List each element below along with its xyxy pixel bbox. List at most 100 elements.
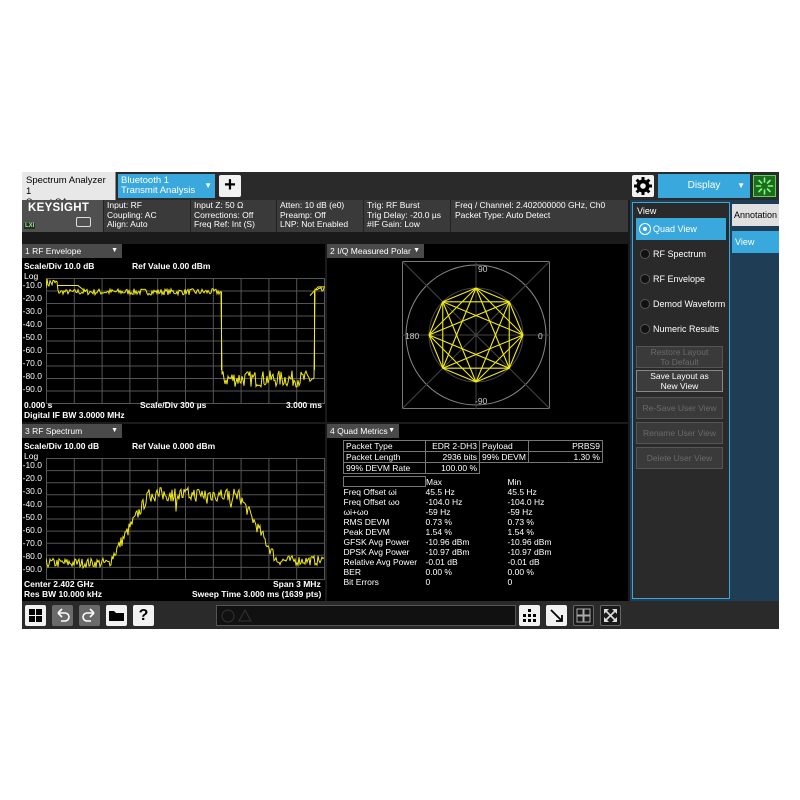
metric-max: -104.0 Hz: [425, 497, 463, 507]
scale-per-div: Scale/Div 10.00 dB: [24, 441, 100, 451]
rf-spectrum-panel[interactable]: 3 RF Spectrum ▼ Scale/Div 10.00 dB Ref V…: [22, 424, 325, 601]
x-end: 3.000 ms: [286, 400, 322, 410]
rf-envelope-panel[interactable]: 1 RF Envelope ▼ Scale/Div 10.0 dB Ref Va…: [22, 244, 325, 422]
metric-min: -10.97 dBm: [507, 547, 552, 557]
menu-selector-label: Display: [687, 180, 721, 191]
view-option-numeric-results[interactable]: Numeric Results: [636, 318, 726, 340]
metric-name: GFSK Avg Power: [343, 537, 410, 547]
y-tick: -10.0: [22, 460, 42, 470]
view-option-rf-spectrum[interactable]: RF Spectrum: [636, 243, 726, 265]
rename-user-view-button[interactable]: Rename User View: [636, 422, 723, 444]
chevron-down-icon: ▼: [413, 247, 420, 254]
angle-label-bottom: -90: [475, 396, 488, 406]
panel-title-rf-spectrum[interactable]: 3 RF Spectrum ▼: [22, 424, 122, 438]
angle-label-right: 0: [538, 331, 543, 341]
view-option-quad-view[interactable]: Quad View: [636, 218, 726, 240]
metric-name: Relative Avg Power: [343, 557, 418, 567]
undo-icon[interactable]: [52, 605, 73, 626]
message-bar: [216, 605, 516, 626]
setting-packet-type: Packet Type: Auto Detect: [455, 209, 551, 220]
screen-tab-bluetooth[interactable]: Bluetooth 1 Transmit Analysis ▼: [118, 174, 215, 198]
keysight-logo: KEYSIGHT LXI: [22, 200, 104, 232]
metric-name: Peak DEVM: [343, 527, 390, 537]
view-option-label: Demod Waveform: [653, 299, 726, 309]
metric-name: Bit Errors: [343, 577, 379, 587]
y-tick: -40.0: [22, 319, 42, 329]
frequency-settings[interactable]: Freq / Channel: 2.402000000 GHz, Ch0 Pac…: [455, 200, 605, 220]
panel-title-quad-metrics[interactable]: 4 Quad Metrics ▼: [327, 424, 399, 438]
input-settings[interactable]: Input: RF Coupling: AC Align: Auto: [107, 200, 157, 230]
panel-title-label: 3 RF Spectrum: [25, 426, 83, 436]
metrics-results-table: Max Min Freq Offset ωi 45.5 Hz 45.5 Hz Freq…: [343, 476, 590, 587]
tab-view[interactable]: View: [732, 231, 779, 253]
y-tick: -90.0: [22, 384, 42, 394]
touch-icon[interactable]: [546, 605, 567, 626]
radio-icon: [640, 299, 650, 309]
view-option-label: Quad View: [653, 224, 697, 234]
trigger-settings[interactable]: Trig: RF Burst Trig Delay: -20.0 µs #IF …: [367, 200, 441, 230]
table-cell: 1.30 %: [527, 451, 603, 463]
view-heading: View: [637, 206, 657, 216]
metric-max: 0.00 %: [425, 567, 452, 577]
top-bar: Spectrum Analyzer 1 Swept SA Bluetooth 1…: [22, 172, 779, 208]
y-tick: -50.0: [22, 332, 42, 342]
table-row: BER 0.00 % 0.00 %: [344, 567, 590, 577]
metric-min: 0.73 %: [507, 517, 534, 527]
restore-layout-button[interactable]: Restore Layout To Default: [636, 346, 723, 368]
iq-polar-panel[interactable]: 2 I/Q Measured Polar ▼ 90 180 0 -90: [327, 244, 628, 422]
menu-selector-display[interactable]: Display ▼: [658, 174, 750, 198]
table-header-empty: [343, 476, 426, 487]
view-option-label: RF Spectrum: [653, 249, 707, 259]
folder-icon[interactable]: [106, 605, 127, 626]
table-row: Relative Avg Power -0.01 dB -0.01 dB: [344, 557, 590, 567]
y-tick: -30.0: [22, 486, 42, 496]
center-frequency: Center 2.402 GHz: [24, 579, 94, 589]
view-option-demod-waveform[interactable]: Demod Waveform: [636, 293, 726, 315]
table-header-row: Max Min: [343, 476, 590, 487]
help-icon[interactable]: ?: [133, 605, 154, 626]
radio-icon: [640, 324, 650, 334]
windows-icon[interactable]: [25, 605, 46, 626]
tab-annotation[interactable]: Annotation: [732, 204, 779, 226]
metric-max: 0: [425, 577, 431, 587]
redo-icon[interactable]: [79, 605, 100, 626]
table-row: ωi+ωo -59 Hz -59 Hz: [344, 507, 590, 517]
view-option-rf-envelope[interactable]: RF Envelope: [636, 268, 726, 290]
panel-title-iq-polar[interactable]: 2 I/Q Measured Polar ▼: [327, 244, 424, 258]
quad-layout-icon[interactable]: [573, 605, 594, 626]
divider: [363, 200, 364, 232]
spacer: [480, 463, 529, 474]
column-header-max: Max: [426, 476, 443, 487]
attenuation-settings[interactable]: Atten: 10 dB (e0) Preamp: Off LNP: Not E…: [280, 200, 348, 230]
table-row: Packet Type EDR 2-DH3 Payload PRBS9: [343, 440, 603, 452]
tile-layout-icon[interactable]: [519, 605, 540, 626]
table-row: DPSK Avg Power -10.97 dBm -10.97 dBm: [344, 547, 590, 557]
impedance-settings[interactable]: Input Z: 50 Ω Corrections: Off Freq Ref:…: [194, 200, 255, 230]
iq-polar-plot: [402, 261, 550, 409]
rf-spectrum-plot: [46, 458, 325, 580]
save-layout-button[interactable]: Save Layout as New View: [636, 370, 723, 392]
screen-tab-sublabel: Transmit Analysis: [121, 185, 196, 196]
table-cell: 99% DEVM: [479, 451, 529, 463]
maximize-icon[interactable]: [600, 605, 621, 626]
gear-icon[interactable]: [632, 175, 654, 197]
y-tick: -80.0: [22, 551, 42, 561]
metric-max: 1.54 %: [425, 527, 452, 537]
metric-min: 45.5 Hz: [507, 486, 537, 497]
table-cell: EDR 2-DH3: [425, 440, 480, 452]
table-row: RMS DEVM 0.73 % 0.73 %: [344, 517, 590, 527]
ref-value: Ref Value 0.00 dBm: [132, 261, 211, 271]
divider: [276, 200, 277, 232]
metric-min: -10.96 dBm: [507, 537, 552, 547]
add-screen-button[interactable]: +: [219, 175, 241, 197]
delete-user-view-button[interactable]: Delete User View: [636, 447, 723, 469]
mode-selector[interactable]: Spectrum Analyzer 1 Swept SA: [22, 172, 116, 208]
table-cell: Packet Type: [343, 440, 426, 452]
table-cell: 99% DEVM Rate: [343, 462, 426, 474]
table-row: Peak DEVM 1.54 % 1.54 %: [344, 527, 590, 537]
resave-user-view-button[interactable]: Re-Save User View: [636, 397, 723, 419]
resolution-bandwidth: Res BW 10.000 kHz: [24, 589, 102, 599]
metric-min: 0.00 %: [507, 567, 534, 577]
spinner-icon[interactable]: [753, 175, 776, 197]
panel-title-rf-envelope[interactable]: 1 RF Envelope ▼: [22, 244, 122, 258]
